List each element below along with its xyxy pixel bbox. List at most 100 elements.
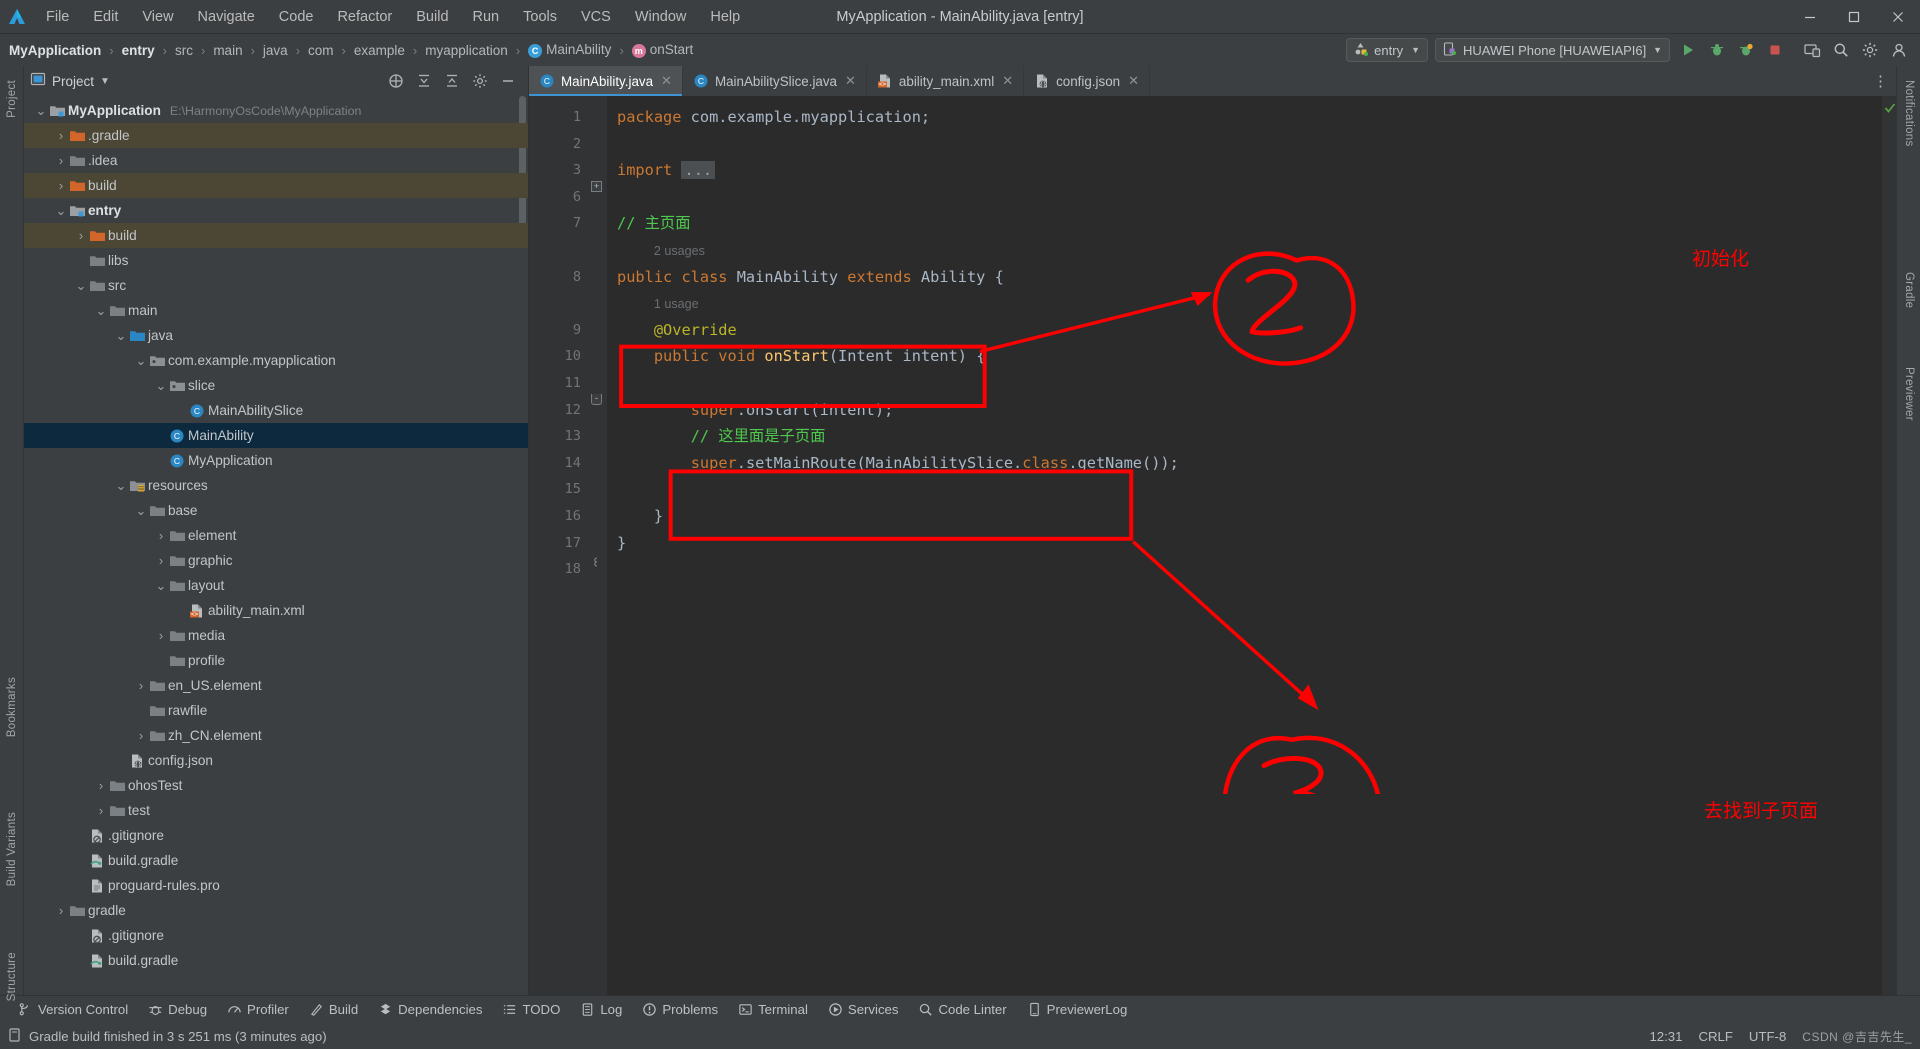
editor-tab-mainability-java[interactable]: CMainAbility.java✕	[529, 66, 683, 96]
chevron-right-icon[interactable]: ›	[154, 628, 168, 643]
tree-node-graphic[interactable]: ›graphic	[24, 548, 528, 573]
expand-all-icon[interactable]	[442, 71, 462, 91]
search-everywhere-button[interactable]	[1830, 39, 1852, 61]
minimize-button[interactable]	[1788, 0, 1832, 34]
chevron-right-icon[interactable]: ›	[134, 728, 148, 743]
tool-window-debug[interactable]: Debug	[138, 1000, 217, 1019]
tree-node-base[interactable]: ⌄base	[24, 498, 528, 523]
chevron-right-icon[interactable]: ›	[154, 528, 168, 543]
tool-window-terminal[interactable]: Terminal	[728, 1000, 818, 1019]
chevron-right-icon[interactable]: ›	[94, 803, 108, 818]
chevron-down-icon[interactable]: ⌄	[134, 357, 148, 365]
tree-node-en-us-element[interactable]: ›en_US.element	[24, 673, 528, 698]
breadcrumb-item-onstart[interactable]: monStart	[629, 40, 697, 59]
gear-icon[interactable]	[1859, 39, 1881, 61]
rail-item-project[interactable]: Project	[0, 74, 24, 124]
menu-item-help[interactable]: Help	[698, 5, 752, 29]
chevron-right-icon[interactable]: ›	[54, 903, 68, 918]
close-icon[interactable]: ✕	[1002, 73, 1013, 89]
chevron-down-icon[interactable]: ⌄	[54, 207, 68, 215]
tree-node-mainability[interactable]: CMainAbility	[24, 423, 528, 448]
chevron-right-icon[interactable]: ›	[54, 153, 68, 168]
menu-item-file[interactable]: File	[34, 5, 81, 29]
tool-window-problems[interactable]: Problems	[632, 1000, 728, 1019]
encoding-label[interactable]: UTF-8	[1749, 1029, 1786, 1044]
rail-item-bookmarks[interactable]: Bookmarks	[0, 671, 24, 743]
tree-node-myapplication[interactable]: CMyApplication	[24, 448, 528, 473]
chevron-right-icon[interactable]: ›	[94, 778, 108, 793]
chevron-down-icon[interactable]: ⌄	[34, 107, 48, 115]
close-icon[interactable]: ✕	[845, 73, 856, 89]
menu-item-navigate[interactable]: Navigate	[186, 5, 267, 29]
code-content[interactable]: package com.example.myapplication;import…	[607, 96, 1882, 995]
editor-tab-config-json[interactable]: {}config.json✕	[1024, 66, 1150, 96]
rail-item-gradle[interactable]: Gradle	[1897, 266, 1920, 314]
chevron-right-icon[interactable]: ›	[154, 553, 168, 568]
chevron-down-icon[interactable]: ⌄	[114, 482, 128, 490]
tree-node-config-json[interactable]: {}config.json	[24, 748, 528, 773]
error-stripe-gutter[interactable]	[1882, 96, 1896, 995]
tree-node-mainabilityslice[interactable]: CMainAbilitySlice	[24, 398, 528, 423]
tree-node-libs[interactable]: libs	[24, 248, 528, 273]
tree-node-slice[interactable]: ⌄slice	[24, 373, 528, 398]
tree-node--gitignore[interactable]: .gitignore	[24, 923, 528, 948]
maximize-button[interactable]	[1832, 0, 1876, 34]
chevron-right-icon[interactable]: ›	[134, 678, 148, 693]
breadcrumb-item-myapplication[interactable]: myapplication	[422, 41, 511, 60]
tool-window-profiler[interactable]: Profiler	[217, 1000, 299, 1019]
fold-icon-import[interactable]: +	[591, 181, 602, 192]
chevron-right-icon[interactable]: ›	[54, 178, 68, 193]
breadcrumb-item-mainability[interactable]: CMainAbility	[525, 40, 614, 59]
menu-item-run[interactable]: Run	[461, 5, 512, 29]
menu-item-build[interactable]: Build	[404, 5, 460, 29]
tree-node-ohostest[interactable]: ›ohosTest	[24, 773, 528, 798]
run-button[interactable]	[1677, 39, 1699, 61]
tree-node-src[interactable]: ⌄src	[24, 273, 528, 298]
tree-node-gradle[interactable]: ›gradle	[24, 898, 528, 923]
tree-node-build[interactable]: ›build	[24, 173, 528, 198]
tool-window-log[interactable]: Log	[570, 1000, 632, 1019]
chevron-down-icon[interactable]: ⌄	[154, 382, 168, 390]
tree-node-media[interactable]: ›media	[24, 623, 528, 648]
breadcrumb-item-com[interactable]: com	[305, 41, 337, 60]
rail-item-build-variants[interactable]: Build Variants	[0, 806, 24, 892]
tree-node-entry[interactable]: ⌄entry	[24, 198, 528, 223]
debug-button[interactable]	[1706, 39, 1728, 61]
tree-node-profile[interactable]: profile	[24, 648, 528, 673]
hide-panel-icon[interactable]	[498, 71, 518, 91]
device-manager-button[interactable]	[1801, 39, 1823, 61]
tree-node-build[interactable]: ›build	[24, 223, 528, 248]
menu-item-view[interactable]: View	[130, 5, 185, 29]
tree-node-myapplication[interactable]: ⌄MyApplicationE:\HarmonyOsCode\MyApplica…	[24, 98, 528, 123]
collapse-all-icon[interactable]	[414, 71, 434, 91]
device-selector[interactable]: HUAWEI Phone [HUAWEIAPI6] ▼	[1435, 38, 1670, 62]
tree-node-main[interactable]: ⌄main	[24, 298, 528, 323]
stop-button[interactable]	[1764, 39, 1786, 61]
menu-item-vcs[interactable]: VCS	[569, 5, 623, 29]
menu-item-tools[interactable]: Tools	[511, 5, 569, 29]
project-tree[interactable]: ⌄MyApplicationE:\HarmonyOsCode\MyApplica…	[24, 96, 528, 995]
sync-icon[interactable]	[386, 71, 406, 91]
collapsed-import-placeholder[interactable]: ...	[681, 161, 715, 179]
rail-item-previewer[interactable]: Previewer	[1897, 361, 1920, 427]
tree-node-java[interactable]: ⌄java	[24, 323, 528, 348]
chevron-down-icon[interactable]: ▼	[100, 76, 110, 87]
chevron-right-icon[interactable]: ›	[54, 128, 68, 143]
tool-window-previewerlog[interactable]: PreviewerLog	[1017, 1000, 1138, 1019]
tool-window-version-control[interactable]: Version Control	[8, 1000, 138, 1019]
run-configuration-selector[interactable]: entry ▼	[1346, 38, 1428, 62]
breadcrumb-item-src[interactable]: src	[172, 41, 196, 60]
tree-node-proguard-rules-pro[interactable]: proguard-rules.pro	[24, 873, 528, 898]
chevron-down-icon[interactable]: ⌄	[134, 507, 148, 515]
tree-node-build-gradle[interactable]: build.gradle	[24, 948, 528, 973]
line-separator-label[interactable]: CRLF	[1698, 1029, 1732, 1044]
close-button[interactable]	[1876, 0, 1920, 34]
chevron-down-icon[interactable]: ⌄	[74, 282, 88, 290]
chevron-down-icon[interactable]: ⌄	[154, 582, 168, 590]
tree-node-test[interactable]: ›test	[24, 798, 528, 823]
breadcrumb-item-example[interactable]: example	[351, 41, 408, 60]
tool-window-dependencies[interactable]: Dependencies	[368, 1000, 492, 1019]
code-editor[interactable]: 1236789101112131415161718 + - package co…	[529, 96, 1896, 995]
menu-item-window[interactable]: Window	[623, 5, 699, 29]
tree-node-zh-cn-element[interactable]: ›zh_CN.element	[24, 723, 528, 748]
